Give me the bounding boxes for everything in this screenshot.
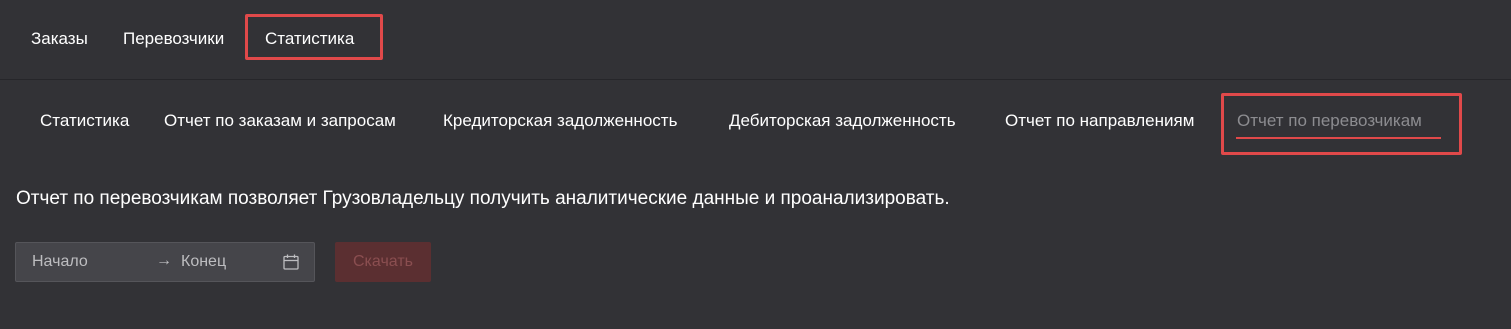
- range-arrow-separator: →: [156, 252, 172, 269]
- topnav-item-orders[interactable]: Заказы: [31, 0, 88, 78]
- start-date-input[interactable]: Начало: [32, 243, 88, 281]
- calendar-icon[interactable]: [282, 253, 300, 271]
- topnav-highlight-frame: [245, 14, 383, 60]
- subnav-item-statistics[interactable]: Статистика: [40, 98, 129, 144]
- subnav-item-directions-report[interactable]: Отчет по направлениям: [1005, 98, 1194, 144]
- download-button[interactable]: Скачать: [335, 242, 431, 282]
- top-navigation: Заказы Перевозчики Статистика: [0, 0, 1511, 80]
- end-date-input[interactable]: Конец: [181, 243, 226, 281]
- topnav-item-carriers[interactable]: Перевозчики: [123, 0, 224, 78]
- subnav-item-accounts-payable[interactable]: Кредиторская задолженность: [443, 98, 677, 144]
- page-description: Отчет по перевозчикам позволяет Грузовла…: [16, 188, 950, 209]
- subnav-highlight-frame: [1221, 93, 1462, 155]
- subnav-item-orders-report[interactable]: Отчет по заказам и запросам: [164, 98, 396, 144]
- subnav-item-accounts-receivable[interactable]: Дебиторская задолженность: [729, 98, 956, 144]
- date-range-picker[interactable]: Начало → Конец: [15, 242, 315, 282]
